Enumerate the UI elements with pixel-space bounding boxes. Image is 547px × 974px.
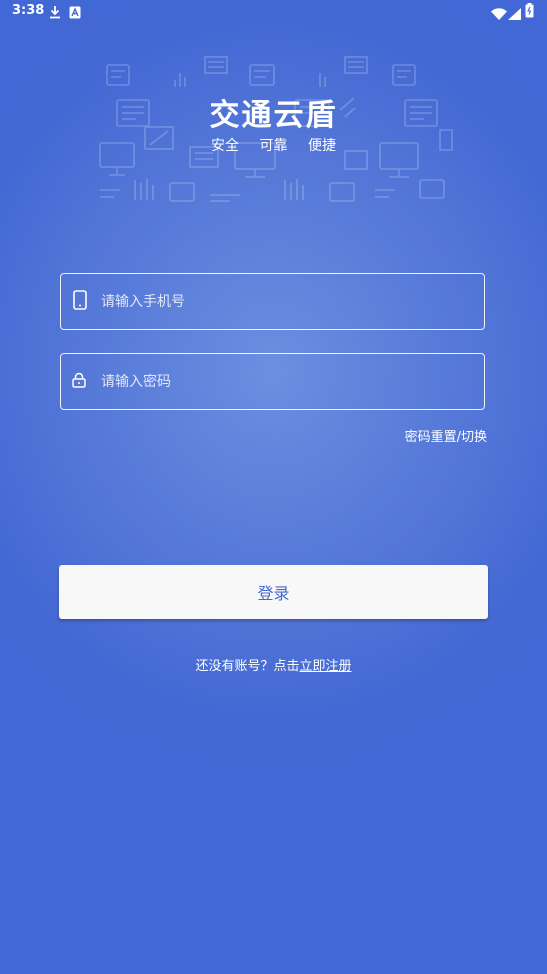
status-time: 3:38 <box>12 3 45 18</box>
subtitle-safe: 安全 <box>211 138 240 154</box>
register-row: 还没有账号？点击立即注册 <box>0 655 547 674</box>
password-field[interactable] <box>60 353 485 410</box>
app-subtitle: 安全 可靠 便捷 <box>0 135 547 155</box>
app-title: 交通云盾 <box>209 98 338 133</box>
status-bar: 3:38 <box>0 0 547 24</box>
battery-icon <box>525 3 534 22</box>
wifi-icon <box>491 5 507 24</box>
signal-icon <box>508 5 521 24</box>
a-badge-icon <box>69 4 81 23</box>
phone-icon <box>73 289 87 314</box>
phone-field[interactable] <box>60 273 485 330</box>
login-button[interactable]: 登录 <box>59 565 488 619</box>
password-input[interactable] <box>101 354 471 409</box>
phone-input[interactable] <box>101 274 471 329</box>
lock-icon <box>71 372 87 392</box>
download-icon <box>48 4 62 23</box>
register-prompt: 还没有账号？点击 <box>195 659 300 674</box>
password-reset-link[interactable]: 密码重置/切换 <box>405 426 487 445</box>
subtitle-convenient: 便捷 <box>307 138 336 154</box>
login-button-label: 登录 <box>257 584 290 603</box>
subtitle-reliable: 可靠 <box>259 138 288 154</box>
register-link[interactable]: 立即注册 <box>300 659 352 674</box>
